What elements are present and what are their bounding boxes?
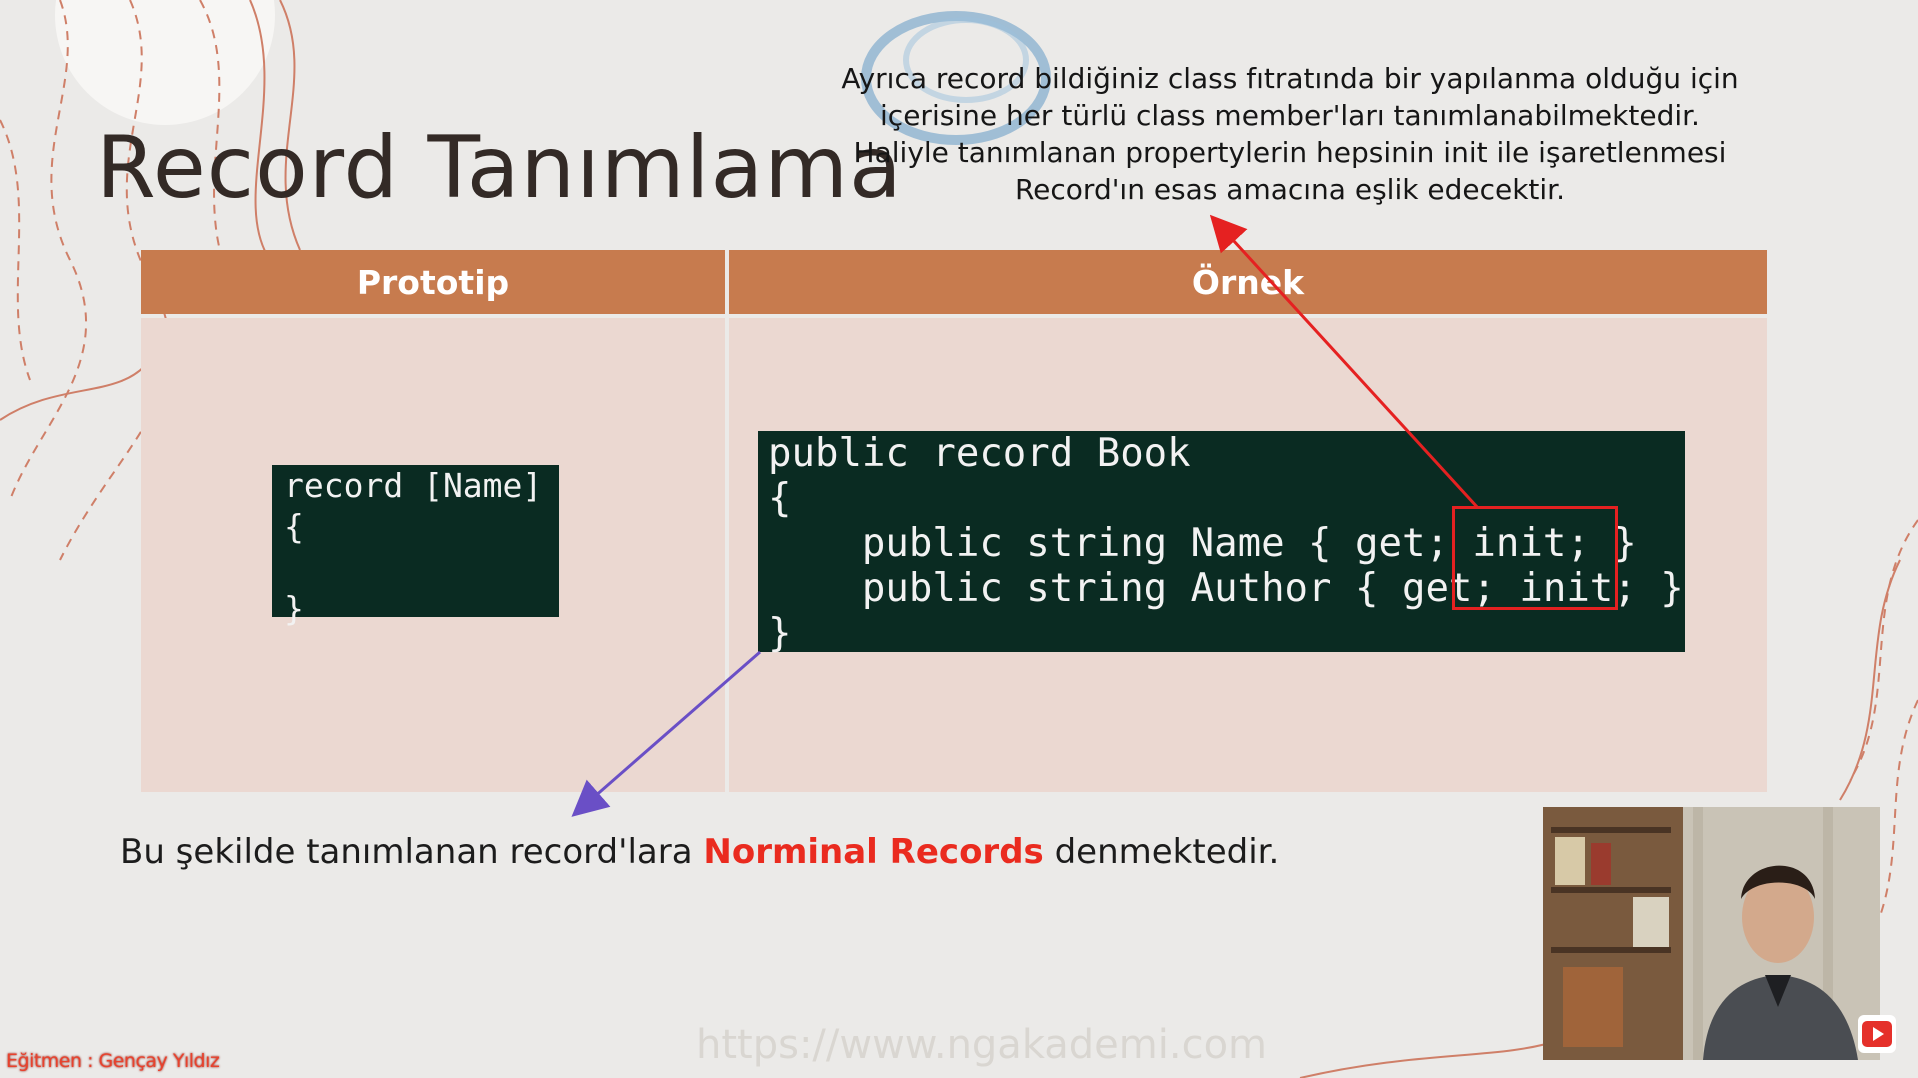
arrow-to-note [1209,214,1480,510]
caption: Bu şekilde tanımlanan record'lara Normin… [120,832,1279,872]
caption-before: Bu şekilde tanımlanan record'lara [120,832,704,872]
caption-after: denmektedir. [1043,832,1280,872]
youtube-play-icon [1862,1021,1892,1047]
presentation-slide: Record Tanımlama Ayrıca record bildiğini… [0,0,1918,1078]
arrow-to-caption [571,650,761,817]
caption-highlight: Norminal Records [703,832,1044,872]
instructor-label: Eğitmen : Gençay Yıldız [6,1050,220,1072]
webcam-feed [1543,807,1880,1060]
webcam-scene [1543,807,1880,1060]
watermark-url: https://www.ngakademi.com [696,1022,1268,1068]
youtube-icon[interactable] [1858,1015,1896,1053]
